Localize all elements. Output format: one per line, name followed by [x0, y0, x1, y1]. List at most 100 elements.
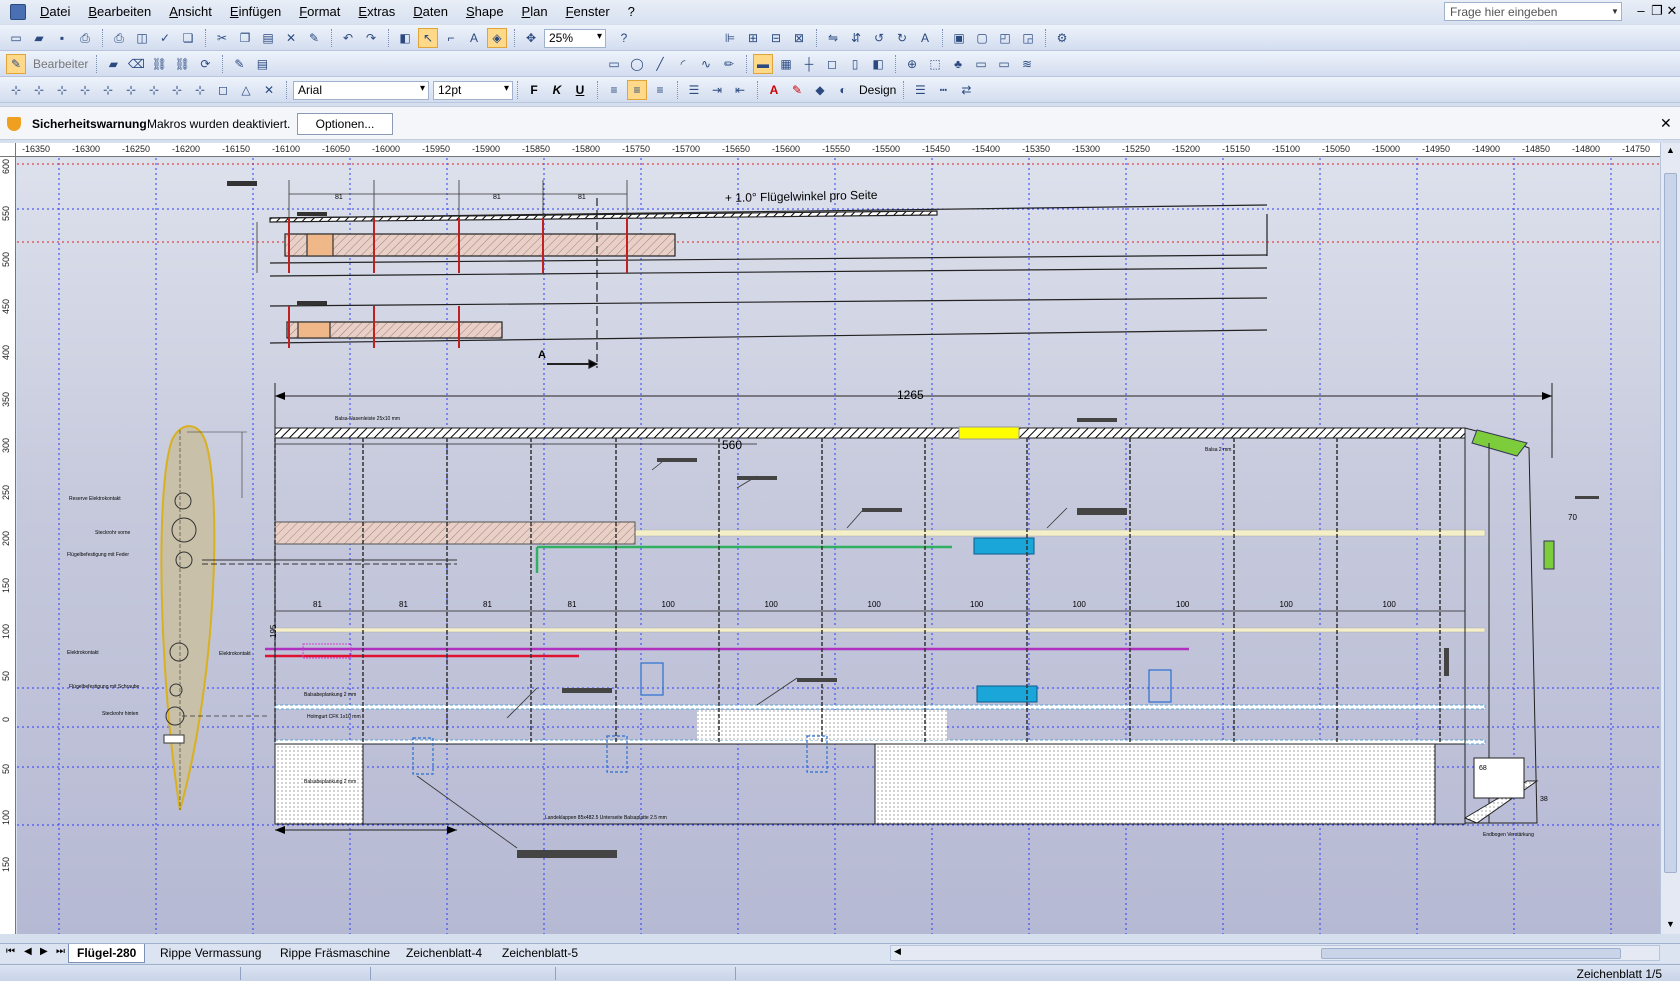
unlink-icon[interactable]: ⛓ — [172, 54, 192, 74]
font-select[interactable]: Arial — [293, 80, 429, 100]
shapes-icon[interactable]: ◧ — [395, 28, 415, 48]
design-icon[interactable]: ◐ — [833, 80, 853, 100]
underline-button[interactable]: U — [570, 80, 590, 100]
menu-ansicht[interactable]: Ansicht — [161, 0, 222, 24]
fill-color-icon[interactable]: ◆ — [810, 80, 830, 100]
scroll-left-icon[interactable]: ◀ — [894, 946, 901, 957]
outdent-icon[interactable]: ⇤ — [730, 80, 750, 100]
arc-icon[interactable]: ◜ — [673, 54, 693, 74]
design-button[interactable]: Design — [856, 83, 899, 97]
print-preview-icon[interactable]: ⎙ — [109, 28, 129, 48]
rotate-right-icon[interactable]: ↻ — [892, 28, 912, 48]
rectangle-icon[interactable]: ▭ — [604, 54, 624, 74]
close-icon[interactable]: ✕ — [1663, 2, 1680, 20]
freeform-icon[interactable]: ∿ — [696, 54, 716, 74]
snap-ruler-icon[interactable]: ⊹ — [52, 80, 72, 100]
tab-rippe-vermassung[interactable]: Rippe Vermassung — [152, 944, 269, 963]
line-ends-icon[interactable]: ⇄ — [956, 80, 976, 100]
page-icon[interactable]: ▯ — [845, 54, 865, 74]
snap-geometry-icon[interactable]: ⊹ — [190, 80, 210, 100]
first-sheet-icon[interactable]: ⏮ — [6, 946, 15, 957]
print-icon[interactable]: ⎙ — [75, 28, 95, 48]
tab-rippe-fraesmaschine[interactable]: Rippe Fräsmaschine — [272, 944, 398, 963]
rotate-left-icon[interactable]: ↺ — [869, 28, 889, 48]
delete-icon[interactable]: ✕ — [281, 28, 301, 48]
properties-icon[interactable]: ▤ — [252, 54, 272, 74]
bold-button[interactable]: F — [524, 80, 544, 100]
menu-extras[interactable]: Extras — [350, 0, 405, 24]
scroll-down-icon[interactable]: ▼ — [1666, 919, 1675, 929]
wing-drawing[interactable]: 81 81 81 + 1.0° Flügelwinkel pro Seite A… — [17, 158, 1660, 934]
snap-handles-icon[interactable]: ⊹ — [121, 80, 141, 100]
snap-alignment-icon[interactable]: ⊹ — [75, 80, 95, 100]
ask-question-input[interactable]: Frage hier eingeben — [1444, 2, 1622, 21]
snap-close-icon[interactable]: ✕ — [259, 80, 279, 100]
menu-datei[interactable]: Datei — [32, 0, 80, 24]
bearbeiten-dropdown[interactable]: Bearbeiter — [29, 57, 92, 71]
font-color-icon[interactable]: A — [764, 80, 784, 100]
options-button[interactable]: Optionen... — [297, 113, 393, 135]
copy-icon[interactable]: ❐ — [235, 28, 255, 48]
drawing-canvas[interactable]: 81 81 81 + 1.0° Flügelwinkel pro Seite A… — [17, 158, 1660, 934]
menu-format[interactable]: Format — [291, 0, 350, 24]
new-icon[interactable]: ▭ — [6, 28, 26, 48]
menu-bearbeiten[interactable]: Bearbeiten — [80, 0, 161, 24]
refresh-icon[interactable]: ⟳ — [195, 54, 215, 74]
comment-icon[interactable]: ▭ — [971, 54, 991, 74]
paste-icon[interactable]: ▤ — [258, 28, 278, 48]
reroute-icon[interactable]: ⊠ — [789, 28, 809, 48]
align-icon[interactable]: ⊫ — [720, 28, 740, 48]
help-icon[interactable]: ? — [614, 28, 634, 48]
menu-daten[interactable]: Daten — [405, 0, 458, 24]
grid-icon[interactable]: ▦ — [776, 54, 796, 74]
redo-icon[interactable]: ↷ — [361, 28, 381, 48]
line-color-icon[interactable]: ✎ — [787, 80, 807, 100]
italic-button[interactable]: K — [547, 80, 567, 100]
app-icon[interactable] — [10, 4, 26, 20]
bring-front-icon[interactable]: ◰ — [995, 28, 1015, 48]
snap-intersection-icon[interactable]: △ — [236, 80, 256, 100]
line-pattern-icon[interactable]: ┅ — [933, 80, 953, 100]
menu-fenster[interactable]: Fenster — [558, 0, 620, 24]
open-icon[interactable]: ▰ — [29, 28, 49, 48]
save-icon[interactable]: ▪ — [52, 28, 72, 48]
rotate-text-icon[interactable]: A — [915, 28, 935, 48]
prev-sheet-icon[interactable]: ◀ — [24, 946, 32, 957]
pan-icon[interactable]: ✥ — [521, 28, 541, 48]
connection-point-icon[interactable]: ◈ — [487, 28, 507, 48]
last-sheet-icon[interactable]: ⏭ — [56, 946, 65, 957]
snap-bounds-icon[interactable]: ◻ — [213, 80, 233, 100]
ellipse-icon[interactable]: ◯ — [627, 54, 647, 74]
line-icon[interactable]: ╱ — [650, 54, 670, 74]
layout-icon[interactable]: ⊟ — [766, 28, 786, 48]
connector-icon[interactable]: ⌐ — [441, 28, 461, 48]
scroll-up-icon[interactable]: ▲ — [1666, 145, 1675, 155]
snap-icon[interactable]: ◻ — [822, 54, 842, 74]
wing-plan-view[interactable] — [265, 383, 1555, 834]
ask-dropdown-icon[interactable]: ▼ — [1609, 3, 1621, 20]
vertical-scrollbar[interactable]: ▲ ▼ — [1660, 143, 1680, 934]
tab-zeichenblatt-4[interactable]: Zeichenblatt-4 — [398, 944, 490, 963]
link-icon[interactable]: ⛓ — [149, 54, 169, 74]
snap-shape-icon[interactable]: ⊹ — [98, 80, 118, 100]
line-weight-icon[interactable]: ☰ — [910, 80, 930, 100]
next-sheet-icon[interactable]: ▶ — [40, 946, 48, 957]
red-guides[interactable] — [17, 163, 1660, 243]
indent-icon[interactable]: ⇥ — [707, 80, 727, 100]
edit-mode-icon[interactable]: ✎ — [6, 54, 26, 74]
snap-vertices-icon[interactable]: ⊹ — [144, 80, 164, 100]
eraser-icon[interactable]: ⌫ — [126, 54, 146, 74]
layers-icon[interactable]: ◧ — [868, 54, 888, 74]
vertical-ruler[interactable]: 600 550 500 450 400 350 300 250 200 150 100 50 0 50 10… — [0, 157, 16, 934]
wing-top-view[interactable] — [269, 198, 1268, 369]
menu-einfuegen[interactable]: Einfügen — [222, 0, 291, 24]
send-back-icon[interactable]: ◲ — [1018, 28, 1038, 48]
flip-v-icon[interactable]: ⇵ — [846, 28, 866, 48]
menu-help[interactable]: ? — [620, 0, 645, 24]
ink-icon[interactable]: ▭ — [994, 54, 1014, 74]
menu-shape[interactable]: Shape — [458, 0, 514, 24]
tab-fluegel-280[interactable]: Flügel-280 — [68, 944, 146, 963]
distribute-icon[interactable]: ⊞ — [743, 28, 763, 48]
close-icon[interactable]: ✕ — [1660, 115, 1672, 132]
spellcheck-icon[interactable]: ✓ — [155, 28, 175, 48]
